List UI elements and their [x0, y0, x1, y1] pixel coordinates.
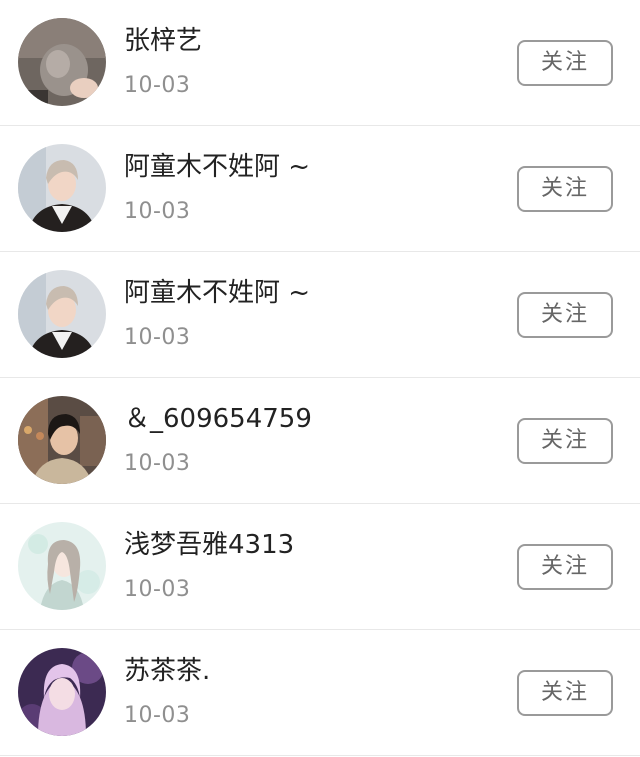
avatar-photo	[18, 396, 106, 484]
avatar[interactable]	[18, 18, 106, 106]
avatar[interactable]	[18, 270, 106, 358]
follow-date: 10-03	[124, 73, 191, 98]
follow-date: 10-03	[124, 199, 191, 224]
avatar-photo	[18, 648, 106, 736]
user-name[interactable]: 浅梦吾雅4313	[124, 528, 294, 562]
avatar[interactable]	[18, 648, 106, 736]
follow-button[interactable]: 关注	[517, 544, 613, 590]
avatar[interactable]	[18, 396, 106, 484]
follow-button[interactable]: 关注	[517, 292, 613, 338]
user-name[interactable]: 张梓艺	[124, 24, 202, 58]
list-item[interactable]: 阿童木不姓阿 ~ 10-03 关注	[0, 126, 640, 252]
avatar-photo	[18, 270, 106, 358]
avatar-photo	[18, 144, 106, 232]
user-name[interactable]: 阿童木不姓阿 ~	[124, 276, 310, 310]
list-item[interactable]: 阿童木不姓阿 ~ 10-03 关注	[0, 252, 640, 378]
follow-button[interactable]: 关注	[517, 166, 613, 212]
follow-date: 10-03	[124, 325, 191, 350]
avatar-illustration	[18, 522, 106, 610]
avatar[interactable]	[18, 144, 106, 232]
follow-button[interactable]: 关注	[517, 40, 613, 86]
list-item[interactable]: 苏茶茶. 10-03 关注	[0, 630, 640, 756]
follow-date: 10-03	[124, 577, 191, 602]
follow-button[interactable]: 关注	[517, 418, 613, 464]
list-item[interactable]: ＆_609654759 10-03 关注	[0, 378, 640, 504]
avatar-photo	[18, 18, 106, 106]
list-item[interactable]: 张梓艺 10-03 关注	[0, 0, 640, 126]
list-item[interactable]: 浅梦吾雅4313 10-03 关注	[0, 504, 640, 630]
follow-button[interactable]: 关注	[517, 670, 613, 716]
follow-date: 10-03	[124, 703, 191, 728]
user-name[interactable]: 阿童木不姓阿 ~	[124, 150, 310, 184]
user-name[interactable]: 苏茶茶.	[124, 654, 210, 688]
follow-date: 10-03	[124, 451, 191, 476]
user-name[interactable]: ＆_609654759	[124, 402, 312, 436]
follow-list: 张梓艺 10-03 关注 阿童木不姓阿 ~ 10-03 关注 阿童木不姓阿 ~ …	[0, 0, 640, 757]
avatar[interactable]	[18, 522, 106, 610]
